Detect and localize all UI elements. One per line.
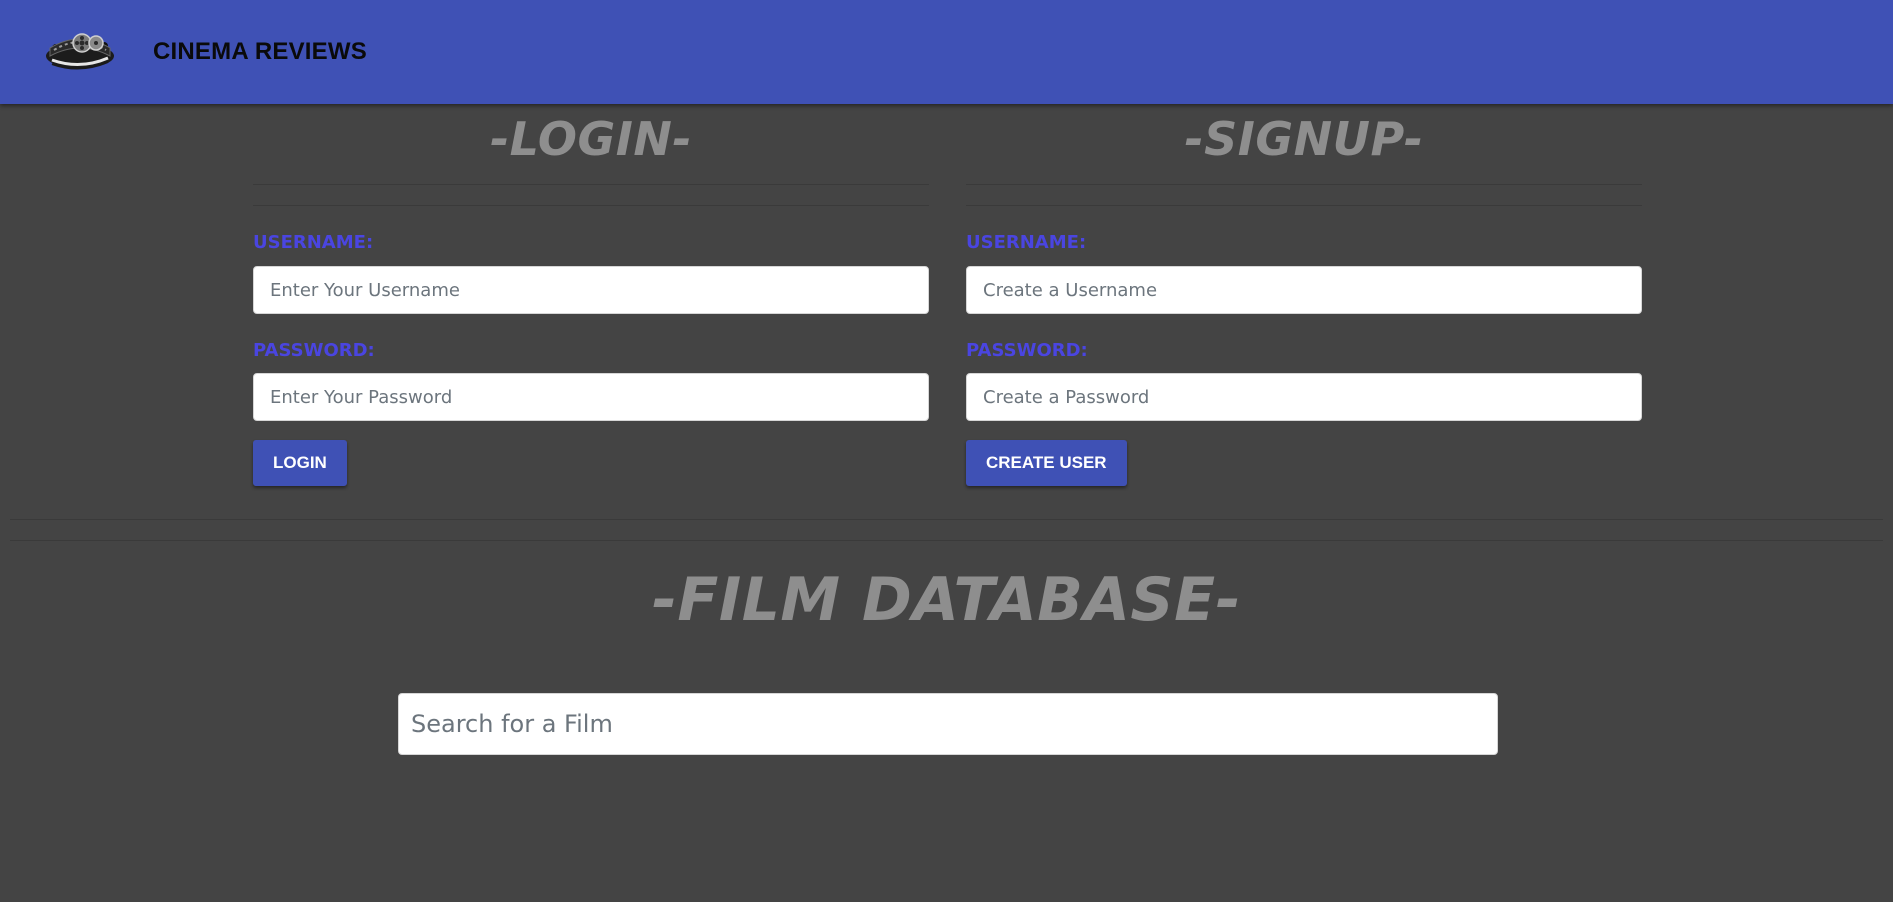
film-reel-logo-icon[interactable]	[44, 26, 116, 74]
signup-username-input[interactable]	[966, 266, 1642, 314]
login-password-input[interactable]	[253, 373, 929, 421]
signup-divider-bottom	[966, 205, 1642, 206]
create-user-button[interactable]: CREATE USER	[966, 440, 1127, 486]
signup-username-label: USERNAME:	[966, 232, 1087, 253]
login-username-label: USERNAME:	[253, 232, 374, 253]
signup-password-input[interactable]	[966, 373, 1642, 421]
login-title: -LOGIN-	[490, 112, 692, 166]
section-divider-top	[10, 519, 1883, 520]
navbar: CINEMA REVIEWS	[0, 0, 1893, 104]
login-username-input[interactable]	[253, 266, 929, 314]
section-divider-bottom	[10, 540, 1883, 541]
login-divider-top	[253, 184, 929, 185]
signup-divider-top	[966, 184, 1642, 185]
film-search-input[interactable]	[398, 693, 1498, 755]
signup-password-label: PASSWORD:	[966, 340, 1088, 361]
signup-title: -SIGNUP-	[1184, 112, 1424, 166]
brand-title[interactable]: CINEMA REVIEWS	[153, 38, 367, 66]
login-button[interactable]: LOGIN	[253, 440, 347, 486]
film-database-title: -FILM DATABASE-	[651, 565, 1241, 635]
login-password-label: PASSWORD:	[253, 340, 375, 361]
login-divider-bottom	[253, 205, 929, 206]
